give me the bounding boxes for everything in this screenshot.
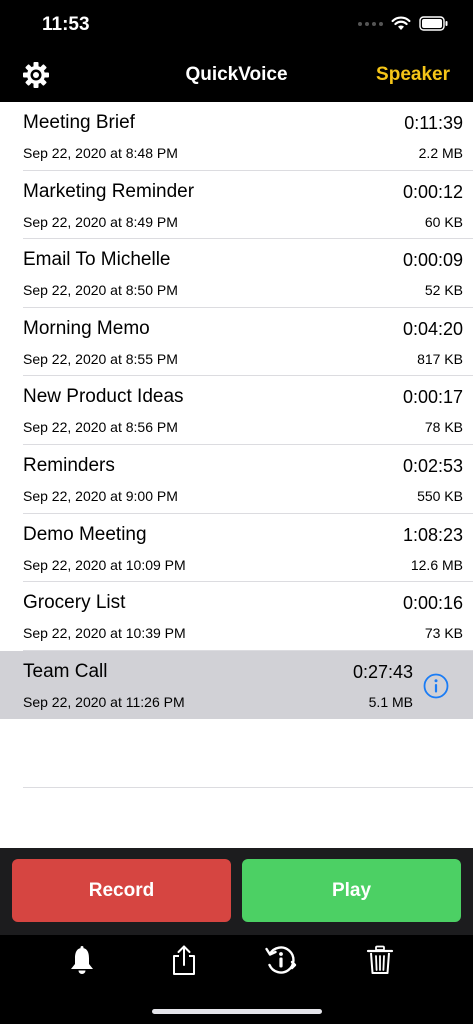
recording-date: Sep 22, 2020 at 8:56 PM	[23, 419, 178, 436]
recording-name: Reminders	[23, 454, 115, 476]
recording-size: 817 KB	[417, 350, 463, 367]
list-divider	[23, 787, 473, 788]
recordings-list[interactable]: Meeting Brief Sep 22, 2020 at 8:48 PM 0:…	[0, 102, 473, 848]
record-button[interactable]: Record	[12, 859, 231, 922]
recording-size: 550 KB	[417, 487, 463, 504]
recording-duration: 0:04:20	[402, 318, 463, 339]
info-icon	[423, 673, 449, 699]
recording-duration: 0:00:09	[402, 250, 463, 271]
status-bar: 11:53	[0, 0, 473, 50]
recording-size: 78 KB	[424, 419, 463, 436]
trash-icon	[366, 945, 394, 974]
action-bar: Record Play	[0, 848, 473, 935]
recording-name: Team Call	[23, 660, 108, 682]
home-indicator[interactable]	[152, 1009, 322, 1014]
battery-icon	[419, 16, 448, 31]
info-button[interactable]	[423, 673, 449, 699]
alarm-button[interactable]	[65, 943, 99, 977]
recording-size: 60 KB	[424, 213, 463, 230]
recording-row-selected[interactable]: Team Call Sep 22, 2020 at 11:26 PM 0:27:…	[0, 650, 473, 720]
recording-duration: 0:00:17	[402, 387, 463, 408]
recording-name: Meeting Brief	[23, 112, 135, 133]
recording-row[interactable]: Marketing Reminder Sep 22, 2020 at 8:49 …	[0, 171, 473, 240]
recording-duration: 0:27:43	[352, 661, 413, 682]
recording-row[interactable]: Demo Meeting Sep 22, 2020 at 10:09 PM 1:…	[0, 514, 473, 583]
recording-size: 52 KB	[424, 282, 463, 299]
bell-icon	[71, 946, 93, 974]
signal-icon	[358, 21, 383, 26]
recording-name: Morning Memo	[23, 317, 150, 339]
recording-row[interactable]: Grocery List Sep 22, 2020 at 10:39 PM 0:…	[0, 582, 473, 651]
recording-date: Sep 22, 2020 at 9:00 PM	[23, 487, 178, 504]
status-icons	[358, 16, 449, 31]
recording-date: Sep 22, 2020 at 8:48 PM	[23, 145, 178, 161]
recording-size: 73 KB	[424, 625, 463, 642]
recording-date: Sep 22, 2020 at 10:09 PM	[23, 556, 186, 573]
wifi-icon	[391, 16, 411, 30]
recording-name: Email To Michelle	[23, 249, 171, 271]
share-icon	[173, 945, 195, 975]
recording-row[interactable]: Reminders Sep 22, 2020 at 9:00 PM 0:02:5…	[0, 445, 473, 514]
recording-date: Sep 22, 2020 at 8:55 PM	[23, 350, 178, 367]
recording-duration: 1:08:23	[402, 524, 463, 545]
recording-row[interactable]: Email To Michelle Sep 22, 2020 at 8:50 P…	[0, 239, 473, 308]
recording-name: Marketing Reminder	[23, 180, 195, 202]
recording-row[interactable]: Morning Memo Sep 22, 2020 at 8:55 PM 0:0…	[0, 308, 473, 377]
recording-date: Sep 22, 2020 at 8:49 PM	[23, 213, 178, 230]
play-button[interactable]: Play	[242, 859, 461, 922]
recording-row[interactable]: New Product Ideas Sep 22, 2020 at 8:56 P…	[0, 376, 473, 445]
share-button[interactable]	[167, 943, 201, 977]
recording-name: Demo Meeting	[23, 523, 147, 545]
speaker-button[interactable]: Speaker	[376, 64, 450, 86]
recording-duration: 0:02:53	[402, 455, 463, 476]
recording-date: Sep 22, 2020 at 8:50 PM	[23, 282, 178, 299]
delete-button[interactable]	[363, 943, 397, 977]
status-time: 11:53	[42, 14, 90, 35]
recording-size: 12.6 MB	[410, 556, 463, 573]
nav-bar: QuickVoice Speaker	[0, 50, 473, 102]
recording-date: Sep 22, 2020 at 10:39 PM	[23, 625, 186, 642]
recording-duration: 0:11:39	[404, 113, 463, 133]
recording-date: Sep 22, 2020 at 11:26 PM	[23, 693, 185, 710]
history-button[interactable]	[264, 943, 298, 977]
recording-size: 2.2 MB	[418, 145, 463, 161]
recording-duration: 0:00:12	[402, 181, 463, 202]
recording-size: 5.1 MB	[368, 693, 413, 710]
recording-name: New Product Ideas	[23, 386, 184, 408]
recording-name: Grocery List	[23, 592, 126, 614]
recording-duration: 0:00:16	[402, 593, 463, 614]
recording-row[interactable]: Meeting Brief Sep 22, 2020 at 8:48 PM 0:…	[0, 102, 473, 171]
history-info-icon	[265, 946, 297, 974]
